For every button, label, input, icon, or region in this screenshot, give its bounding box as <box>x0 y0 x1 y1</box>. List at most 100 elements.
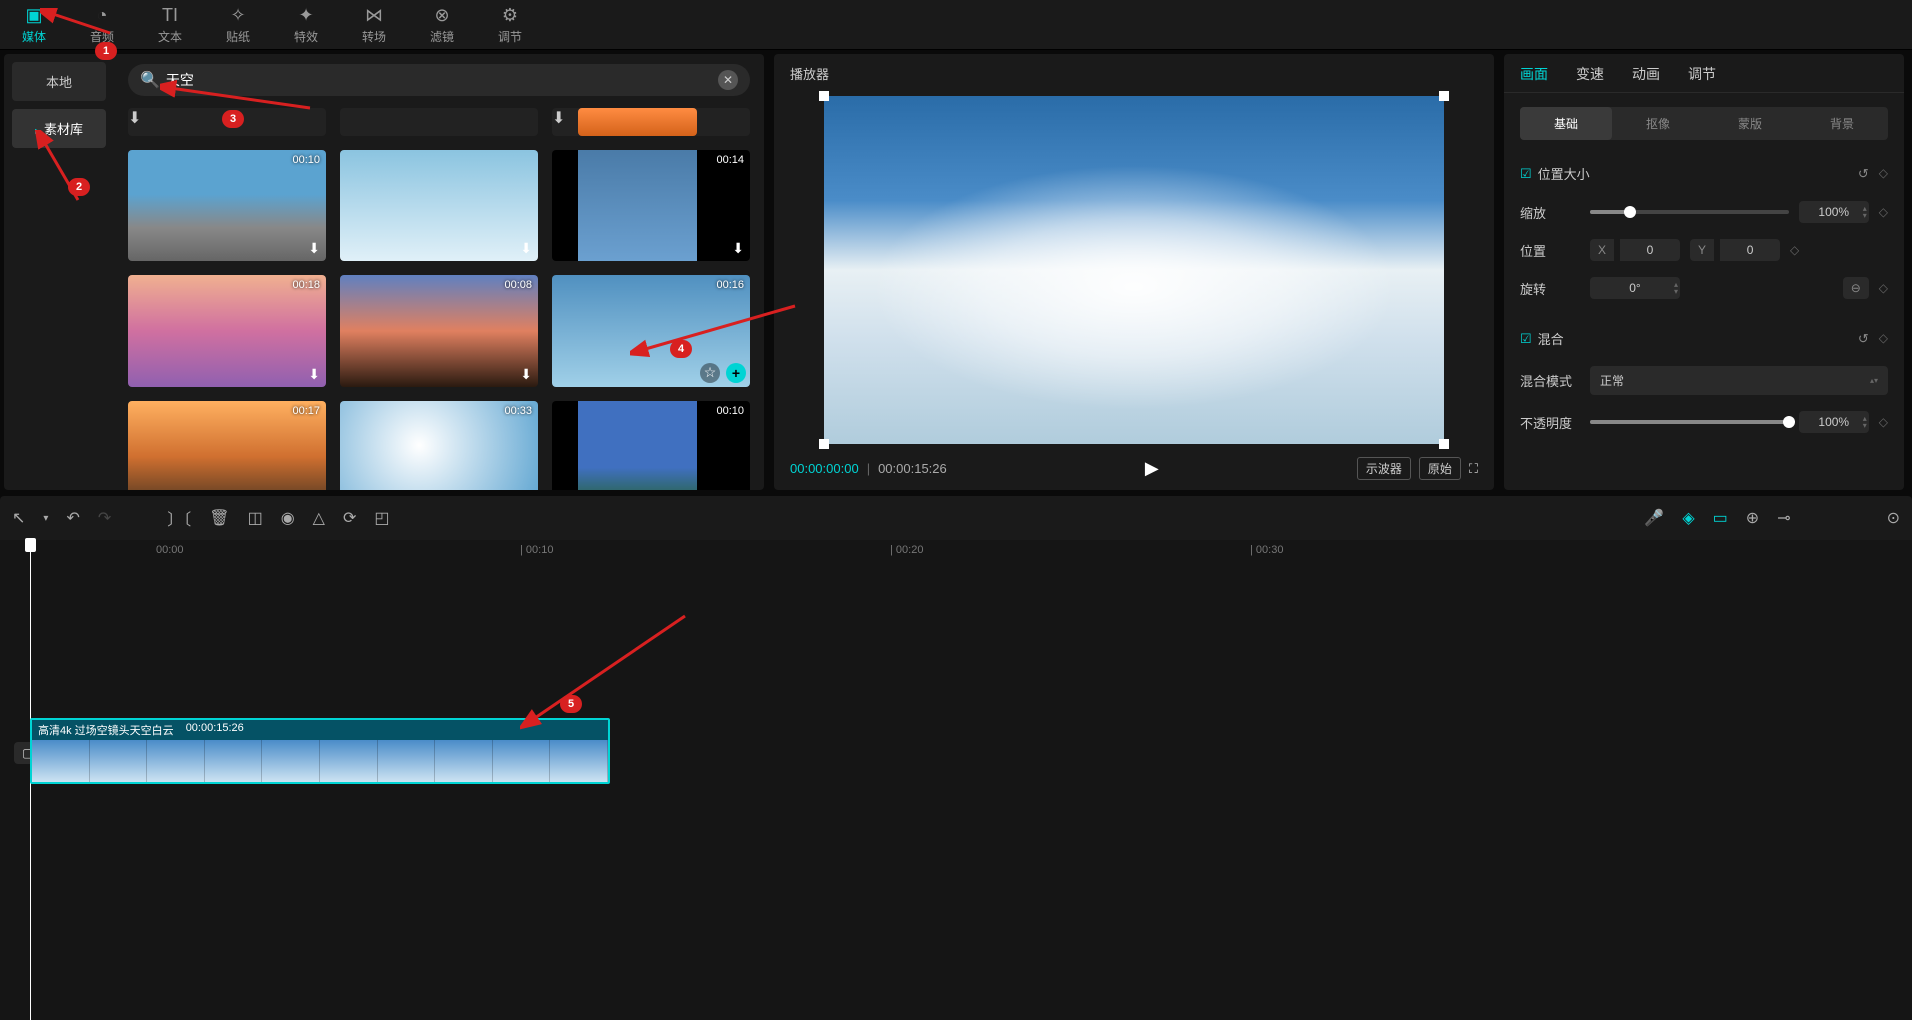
tab-media[interactable]: ▣媒体 <box>0 0 68 49</box>
search-clear[interactable]: ✕ <box>718 70 738 90</box>
transition-icon: ⋈ <box>365 5 383 26</box>
download-icon[interactable]: ⬇ <box>520 240 532 257</box>
mirror-tool[interactable]: △ <box>313 508 325 528</box>
sidebar-library[interactable]: ▸素材库 <box>12 109 106 148</box>
tab-adjust[interactable]: ⚙调节 <box>476 0 544 49</box>
download-icon[interactable]: ⬇ <box>732 240 744 257</box>
blend-mode-label: 混合模式 <box>1520 371 1580 390</box>
media-icon: ▣ <box>25 5 42 26</box>
media-thumb[interactable]: 00:10⬇ <box>552 401 750 490</box>
media-thumb[interactable]: 00:33⬇ <box>340 401 538 490</box>
redo-button[interactable]: ↷ <box>98 508 111 528</box>
snap-icon[interactable]: ⊸ <box>1777 508 1790 528</box>
cursor-tool[interactable]: ↖ <box>12 508 25 528</box>
scale-input[interactable]: 100%▴▾ <box>1799 201 1869 223</box>
keyframe-icon[interactable]: ◇ <box>1879 166 1888 182</box>
toggle-icon[interactable]: ▭ <box>1713 508 1728 528</box>
timeline-ruler[interactable]: 00:00 | 00:10 | 00:20 | 00:30 <box>120 540 1912 564</box>
props-tab-adjust[interactable]: 调节 <box>1688 64 1716 92</box>
position-x[interactable]: 0 <box>1620 239 1680 261</box>
clip-duration: 00:00:15:26 <box>186 722 244 738</box>
keyframe-icon[interactable]: ◇ <box>1790 243 1799 257</box>
rotation-input[interactable]: 0°▴▾ <box>1590 277 1680 299</box>
props-tab-speed[interactable]: 变速 <box>1576 64 1604 92</box>
delete-tool[interactable]: 🗑 <box>209 508 229 528</box>
props-tab-animation[interactable]: 动画 <box>1632 64 1660 92</box>
link-icon[interactable]: ⊖ <box>1843 277 1869 299</box>
media-thumb[interactable]: 00:18⬇ <box>128 275 326 386</box>
subtab-mask[interactable]: 蒙版 <box>1704 107 1796 140</box>
tab-sticker[interactable]: ✧贴纸 <box>204 0 272 49</box>
section-blend: 混合 <box>1538 329 1564 348</box>
keyframe-icon[interactable]: ◇ <box>1879 415 1888 429</box>
search-input[interactable] <box>166 72 718 88</box>
keyframe-icon[interactable]: ◇ <box>1879 331 1888 347</box>
keyframe-icon[interactable]: ◇ <box>1879 281 1888 295</box>
opacity-slider[interactable] <box>1590 420 1789 424</box>
media-thumb[interactable]: ⬇ <box>340 150 538 261</box>
download-icon[interactable]: ⬇ <box>552 110 565 127</box>
media-thumb-hover[interactable]: 00:16☆+ <box>552 275 750 386</box>
resize-handle[interactable] <box>819 439 829 449</box>
rotate-tool[interactable]: ⟳ <box>343 508 356 528</box>
subtab-cutout[interactable]: 抠像 <box>1612 107 1704 140</box>
sidebar-local[interactable]: 本地 <box>12 62 106 101</box>
tab-transition[interactable]: ⋈转场 <box>340 0 408 49</box>
split-tool[interactable]: 〕〔 <box>167 506 191 530</box>
timeline-clip[interactable]: 高清4k 过场空镜头天空白云 00:00:15:26 <box>30 718 610 784</box>
preview-viewport[interactable] <box>774 93 1494 447</box>
keyframe-icon[interactable]: ◇ <box>1879 205 1888 219</box>
subtab-background[interactable]: 背景 <box>1796 107 1888 140</box>
tab-filter[interactable]: ⊗滤镜 <box>408 0 476 49</box>
subtab-basic[interactable]: 基础 <box>1520 107 1612 140</box>
checkbox-icon[interactable]: ☑ <box>1520 166 1532 182</box>
fullscreen-icon[interactable]: ⛶ <box>1469 461 1478 477</box>
play-button[interactable]: ▶ <box>1145 458 1159 479</box>
oscilloscope-button[interactable]: 示波器 <box>1357 457 1411 480</box>
time-total: 00:00:15:26 <box>878 461 947 476</box>
resize-handle[interactable] <box>1439 439 1449 449</box>
favorite-icon[interactable]: ☆ <box>700 363 720 383</box>
add-to-timeline[interactable]: + <box>726 363 746 383</box>
download-icon[interactable]: ⬇ <box>520 366 532 383</box>
original-button[interactable]: 原始 <box>1419 457 1461 480</box>
resize-handle[interactable] <box>819 91 829 101</box>
resize-handle[interactable] <box>1439 91 1449 101</box>
media-thumb[interactable]: 00:17⬇ <box>128 401 326 490</box>
download-icon[interactable]: ⬇ <box>308 366 320 383</box>
zoom-fit-icon[interactable]: ⊙ <box>1887 508 1900 528</box>
download-icon[interactable]: ⬇ <box>128 110 141 127</box>
thumb-partial[interactable] <box>340 108 538 136</box>
thumb-partial[interactable]: ⬇ <box>552 108 750 136</box>
chevron-down-icon[interactable]: ▾ <box>43 513 48 524</box>
download-icon[interactable]: ⬇ <box>308 240 320 257</box>
media-thumb[interactable]: 00:14⬇ <box>552 150 750 261</box>
reset-icon[interactable]: ↺ <box>1858 331 1869 347</box>
undo-button[interactable]: ↶ <box>66 508 79 528</box>
timeline-toolbar: ↖ ▾ ↶ ↷ 〕〔 🗑 ◫ ◉ △ ⟳ ◰ 🎤 ◈ ▭ ⊕ ⊸ ⊙ <box>0 496 1912 540</box>
speed-tool[interactable]: ◉ <box>281 508 295 528</box>
auto-caption-icon[interactable]: ◈ <box>1682 508 1694 528</box>
crop-tool-2[interactable]: ◰ <box>374 508 389 528</box>
scale-slider[interactable] <box>1590 210 1789 214</box>
top-toolbar: ▣媒体 ◔音频 TI文本 ✧贴纸 ✦特效 ⋈转场 ⊗滤镜 ⚙调节 <box>0 0 1912 50</box>
mic-icon[interactable]: 🎤 <box>1644 508 1664 528</box>
crop-tool-1[interactable]: ◫ <box>248 508 263 528</box>
preview-panel: 播放器 00:00:00:00 | 00:00:15:26 ▶ 示波器 原始 ⛶ <box>774 54 1494 490</box>
reset-icon[interactable]: ↺ <box>1858 166 1869 182</box>
tab-effect[interactable]: ✦特效 <box>272 0 340 49</box>
checkbox-icon[interactable]: ☑ <box>1520 331 1532 347</box>
position-y[interactable]: 0 <box>1720 239 1780 261</box>
align-icon[interactable]: ⊕ <box>1746 508 1759 528</box>
opacity-input[interactable]: 100%▴▾ <box>1799 411 1869 433</box>
search-bar: 🔍 ✕ <box>128 64 750 96</box>
tab-text[interactable]: TI文本 <box>136 0 204 49</box>
preview-title: 播放器 <box>774 54 1494 93</box>
timeline[interactable]: 00:00 | 00:10 | 00:20 | 00:30 ▢ 🔊 封面 高清4… <box>0 540 1912 1020</box>
props-tab-picture[interactable]: 画面 <box>1520 64 1548 92</box>
media-thumb[interactable]: 00:08⬇ <box>340 275 538 386</box>
media-thumb[interactable]: 00:10⬇ <box>128 150 326 261</box>
blend-mode-select[interactable]: 正常▴▾ <box>1590 366 1888 395</box>
opacity-label: 不透明度 <box>1520 413 1580 432</box>
preview-frame[interactable] <box>824 96 1444 444</box>
